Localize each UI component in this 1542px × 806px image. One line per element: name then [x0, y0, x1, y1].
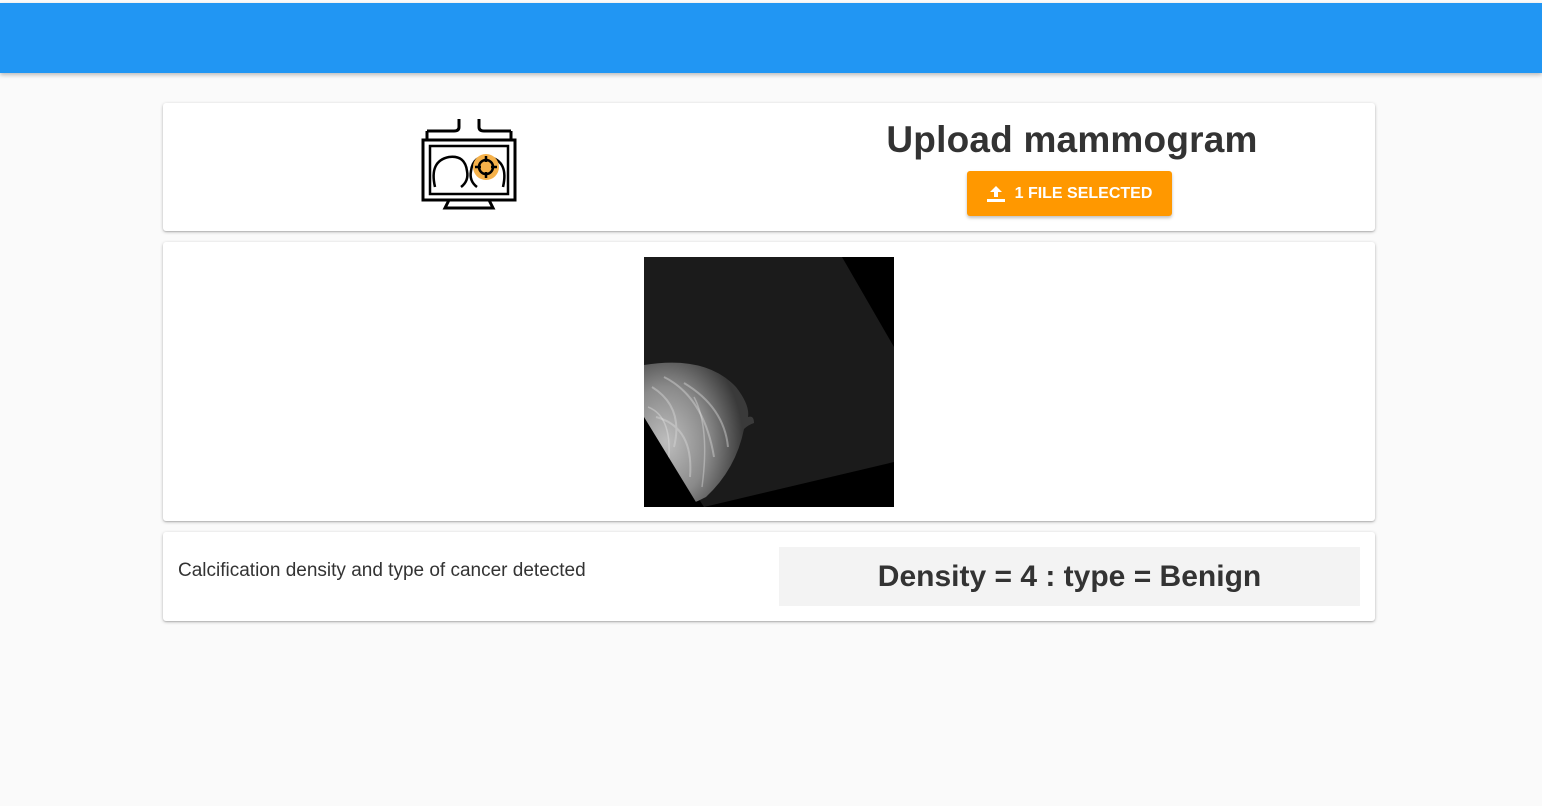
- upload-section: Upload mammogram 1 FILE SELECTED: [769, 103, 1375, 231]
- upload-file-button[interactable]: 1 FILE SELECTED: [967, 171, 1172, 216]
- upload-button-label: 1 FILE SELECTED: [1014, 184, 1153, 202]
- result-label: Calcification density and type of cancer…: [178, 560, 586, 581]
- mammogram-image: [644, 257, 894, 507]
- mammography-monitor-icon: [421, 117, 517, 213]
- result-output: Density = 4 : type = Benign: [779, 547, 1360, 606]
- result-value: Density = 4 : type = Benign: [877, 559, 1262, 593]
- top-app-bar: [0, 3, 1542, 73]
- image-preview-card: [163, 242, 1375, 521]
- upload-title: Upload mammogram: [886, 119, 1258, 160]
- result-card: Calcification density and type of cancer…: [163, 532, 1375, 621]
- upload-card: Upload mammogram 1 FILE SELECTED: [163, 103, 1375, 231]
- upload-icon: [986, 185, 1005, 202]
